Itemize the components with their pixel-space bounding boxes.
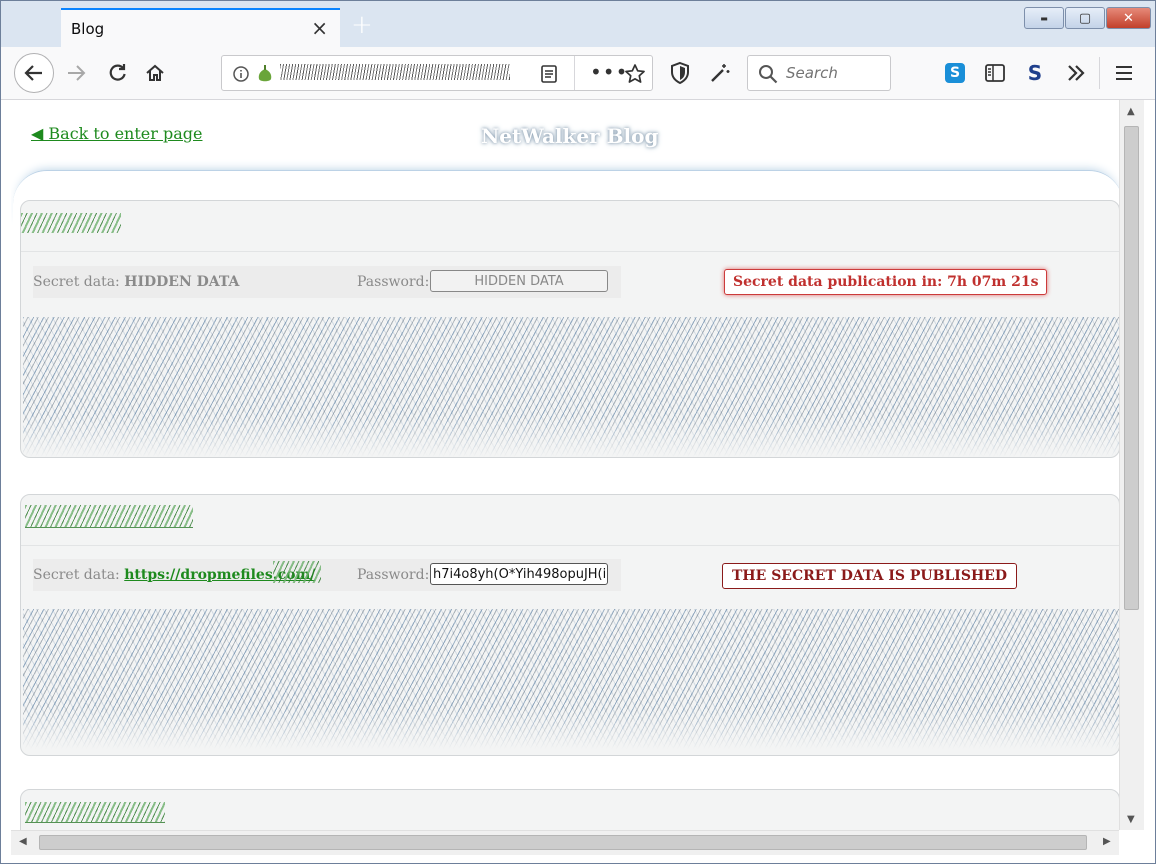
search-input[interactable]: Search xyxy=(747,55,891,91)
close-icon: ✕ xyxy=(1123,10,1134,26)
browser-window: Blog × + ▬ ▢ ✕ ••• Search S S ◀ Back to … xyxy=(0,0,1156,864)
s-extension-icon: S xyxy=(1027,61,1043,85)
post-title-redacted[interactable] xyxy=(25,505,193,528)
info-icon[interactable] xyxy=(232,65,250,83)
s-extension-button[interactable]: S xyxy=(1022,60,1048,86)
post-description-redacted xyxy=(23,609,1119,749)
maximize-button[interactable]: ▢ xyxy=(1065,7,1105,29)
shield-icon xyxy=(671,61,689,85)
secret-data-label: Secret data: xyxy=(33,567,120,583)
search-placeholder: Search xyxy=(786,64,838,82)
new-tab-icon[interactable]: + xyxy=(351,10,373,40)
sidebar-icon xyxy=(985,64,1005,82)
post-card: Secret data: HIDDEN DATA Password: HIDDE… xyxy=(20,200,1119,458)
shield-button[interactable] xyxy=(667,60,693,86)
arrow-left-icon xyxy=(24,65,42,81)
search-icon xyxy=(759,65,778,84)
scroll-left-icon[interactable]: ◀ xyxy=(19,836,27,847)
toolbar-separator xyxy=(1099,57,1100,89)
skype-extension-button[interactable]: S xyxy=(942,60,968,86)
back-to-enter-page-link[interactable]: ◀ Back to enter page xyxy=(31,124,202,143)
password-label: Password: xyxy=(357,567,430,583)
arrow-right-icon xyxy=(68,65,86,81)
reader-view-icon[interactable] xyxy=(540,64,558,84)
reload-icon xyxy=(109,64,126,81)
magic-wand-icon xyxy=(711,64,730,82)
tab-blog[interactable]: Blog × xyxy=(61,8,340,47)
page-actions-icon[interactable]: ••• xyxy=(590,60,628,84)
secret-data-value: HIDDEN DATA xyxy=(124,274,240,290)
home-button[interactable] xyxy=(142,60,168,86)
secret-info-row: Secret data: HIDDEN DATA Password: HIDDE… xyxy=(33,266,621,298)
password-field[interactable]: HIDDEN DATA xyxy=(430,270,608,292)
url-text-redacted xyxy=(280,64,510,80)
overflow-menu-button[interactable] xyxy=(1063,60,1089,86)
back-button[interactable] xyxy=(14,53,54,93)
page-title: NetWalker Blog xyxy=(481,124,659,148)
skype-icon: S xyxy=(945,63,965,83)
maximize-icon: ▢ xyxy=(1078,10,1092,26)
close-window-button[interactable]: ✕ xyxy=(1106,7,1151,29)
password-field[interactable]: h7i4o8yh(O*Yih498opuJH(i xyxy=(430,563,608,585)
horizontal-scroll-thumb[interactable] xyxy=(39,835,1087,850)
hamburger-menu-button[interactable] xyxy=(1111,60,1137,86)
published-status-badge: THE SECRET DATA IS PUBLISHED xyxy=(722,563,1017,589)
post-title-redacted[interactable] xyxy=(21,213,121,233)
tab-title: Blog xyxy=(71,20,105,38)
scroll-right-icon[interactable]: ▶ xyxy=(1103,836,1111,847)
noscript-button[interactable] xyxy=(707,60,733,86)
minimize-button[interactable]: ▬ xyxy=(1024,7,1064,29)
vertical-scrollbar[interactable]: ▲ ▼ xyxy=(1119,100,1144,830)
scroll-up-icon[interactable]: ▲ xyxy=(1127,106,1135,117)
horizontal-scrollbar[interactable]: ◀ ▶ xyxy=(11,830,1119,855)
link-suffix-redacted xyxy=(273,561,321,583)
post-card xyxy=(20,789,1119,830)
home-icon xyxy=(146,64,164,81)
scroll-down-icon[interactable]: ▼ xyxy=(1127,814,1135,825)
bookmark-star-icon[interactable] xyxy=(624,63,646,85)
post-description-redacted xyxy=(23,317,1119,457)
post-card: Secret data: https://dropmefiles.com/ Pa… xyxy=(20,494,1119,756)
chevron-double-right-icon xyxy=(1068,65,1085,81)
publication-countdown-badge: Secret data publication in: 7h 07m 21s xyxy=(724,269,1048,295)
post-title-redacted[interactable] xyxy=(25,802,165,823)
url-bar[interactable]: ••• xyxy=(221,55,653,91)
nav-toolbar: ••• Search S S xyxy=(1,47,1155,100)
onion-icon xyxy=(258,65,272,82)
secret-info-row: Secret data: https://dropmefiles.com/ Pa… xyxy=(33,559,621,591)
post-header xyxy=(21,495,1119,546)
sidebar-button[interactable] xyxy=(982,60,1008,86)
minimize-icon: ▬ xyxy=(1040,13,1048,23)
post-header xyxy=(21,201,1119,252)
tab-close-icon[interactable]: × xyxy=(311,16,328,40)
page-viewport: ◀ Back to enter page NetWalker Blog Secr… xyxy=(11,100,1119,830)
hamburger-menu-icon xyxy=(1116,66,1132,80)
vertical-scroll-thumb[interactable] xyxy=(1124,126,1139,610)
tab-bar: Blog × + ▬ ▢ ✕ xyxy=(1,1,1155,47)
reload-button[interactable] xyxy=(104,60,130,86)
forward-button[interactable] xyxy=(63,60,89,86)
secret-data-field: Secret data: HIDDEN DATA xyxy=(33,274,239,290)
urlbar-separator xyxy=(574,56,575,90)
password-label: Password: xyxy=(357,274,430,290)
secret-data-label: Secret data: xyxy=(33,274,120,290)
